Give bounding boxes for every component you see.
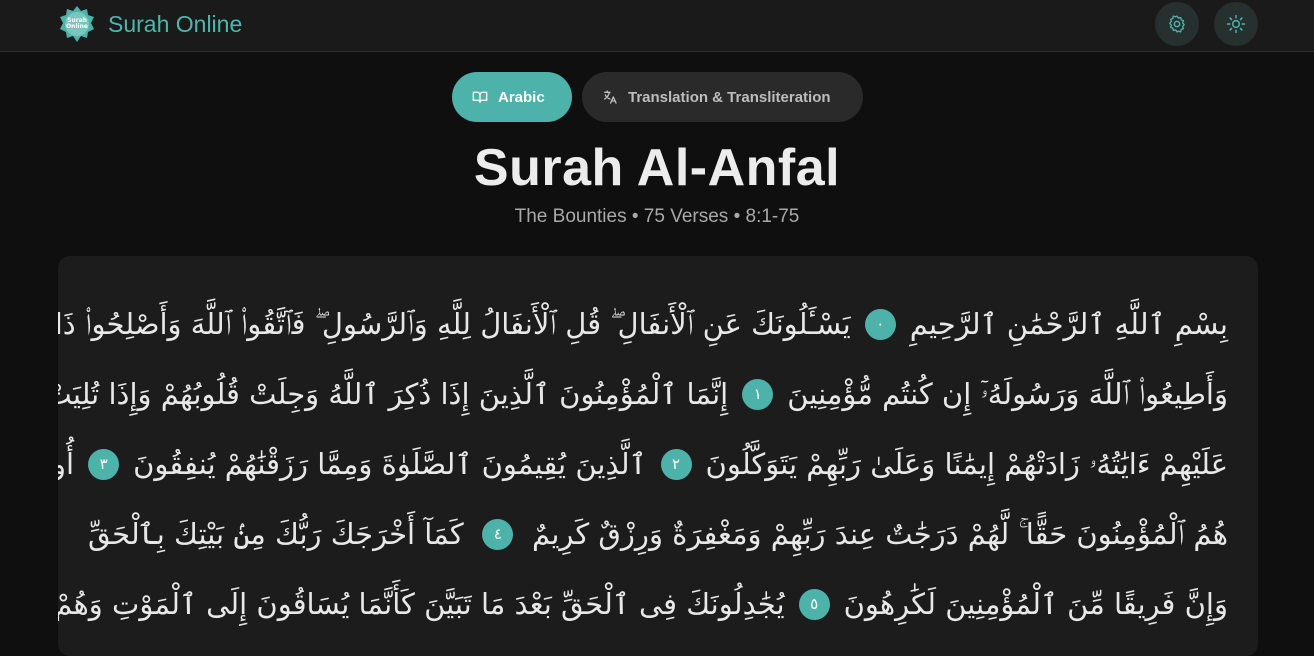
verse-text: هُمُ ٱلْمُؤْمِنُونَ حَقًّا ۚ لَّهُمْ دَر… bbox=[532, 516, 1228, 551]
ayah-number-marker: ٠ bbox=[864, 308, 896, 340]
settings-button[interactable] bbox=[1155, 2, 1199, 46]
ayah-number-marker: ٤ bbox=[482, 518, 514, 550]
verse-text: ٱلَّذِينَ يُقِيمُونَ ٱلصَّلَوٰةَ وَمِمَّ… bbox=[133, 447, 647, 481]
verse-text: كَمَآ أَخْرَجَكَ رَبُّكَ مِنۢ بَيْتِكَ ب… bbox=[88, 517, 464, 551]
logo-badge: Surah Online bbox=[58, 5, 96, 43]
theme-toggle-button[interactable] bbox=[1214, 2, 1258, 46]
sun-icon bbox=[1226, 14, 1246, 34]
verses-panel: بِسْمِ ٱللَّهِ ٱلرَّحْمَٰنِ ٱلرَّحِيمِ ٠… bbox=[58, 256, 1258, 656]
verse-text: وَأَطِيعُوا۟ ٱللَّهَ وَرَسُولَهُۥٓ إِن ك… bbox=[787, 376, 1228, 411]
logo-text: Surah Online bbox=[66, 17, 88, 30]
verse-line: هُمُ ٱلْمُؤْمِنُونَ حَقًّا ۚ لَّهُمْ دَر… bbox=[88, 504, 1228, 564]
verse-line: عَلَيْهِمْ ءَايَٰتُهُۥ زَادَتْهُمْ إِيمَ… bbox=[58, 434, 1228, 494]
verse-line: وَإِنَّ فَرِيقًا مِّنَ ٱلْمُؤْمِنِينَ لَ… bbox=[58, 574, 1228, 634]
verse-text: أُو۟لَٰٓئِكَ bbox=[58, 447, 75, 481]
surah-subtitle: The Bounties • 75 Verses • 8:1-75 bbox=[514, 206, 800, 227]
verse-text: وَإِنَّ فَرِيقًا مِّنَ ٱلْمُؤْمِنِينَ لَ… bbox=[843, 587, 1228, 621]
tab-arabic[interactable]: Arabic bbox=[452, 72, 572, 122]
verse-text: عَلَيْهِمْ ءَايَٰتُهُۥ زَادَتْهُمْ إِيمَ… bbox=[705, 446, 1228, 481]
verse-text: يُجَٰدِلُونَكَ فِى ٱلْحَقِّ بَعْدَ مَا ت… bbox=[58, 587, 785, 621]
tab-label: Translation & Transliteration bbox=[628, 88, 831, 106]
ayah-number-marker: ١ bbox=[742, 378, 774, 410]
ayah-number-marker: ٥ bbox=[798, 588, 830, 620]
book-open-icon bbox=[472, 89, 488, 105]
verse-line: بِسْمِ ٱللَّهِ ٱلرَّحْمَٰنِ ٱلرَّحِيمِ ٠… bbox=[58, 294, 1228, 354]
surah-title: Surah Al-Anfal bbox=[473, 139, 841, 197]
verse-text: يَسْـَٔلُونَكَ عَنِ ٱلْأَنفَالِ ۖ قُلِ ٱ… bbox=[58, 306, 851, 341]
verse-line: وَأَطِيعُوا۟ ٱللَّهَ وَرَسُولَهُۥٓ إِن ك… bbox=[58, 364, 1228, 424]
tab-label: Arabic bbox=[498, 88, 545, 106]
gear-icon bbox=[1169, 15, 1185, 33]
top-navbar: Surah Online Surah Online bbox=[0, 0, 1314, 52]
brand-name: Surah Online bbox=[108, 10, 243, 37]
verse-text: بِسْمِ ٱللَّهِ ٱلرَّحْمَٰنِ ٱلرَّحِيمِ bbox=[909, 307, 1228, 341]
brand-link[interactable]: Surah Online Surah Online bbox=[58, 4, 242, 44]
translate-icon bbox=[602, 89, 618, 105]
ayah-number-marker: ٣ bbox=[88, 448, 120, 480]
tab-translation[interactable]: Translation & Transliteration bbox=[582, 72, 863, 122]
ayah-number-marker: ٢ bbox=[660, 448, 692, 480]
verse-text: إِنَّمَا ٱلْمُؤْمِنُونَ ٱلَّذِينَ إِذَا … bbox=[58, 377, 729, 411]
